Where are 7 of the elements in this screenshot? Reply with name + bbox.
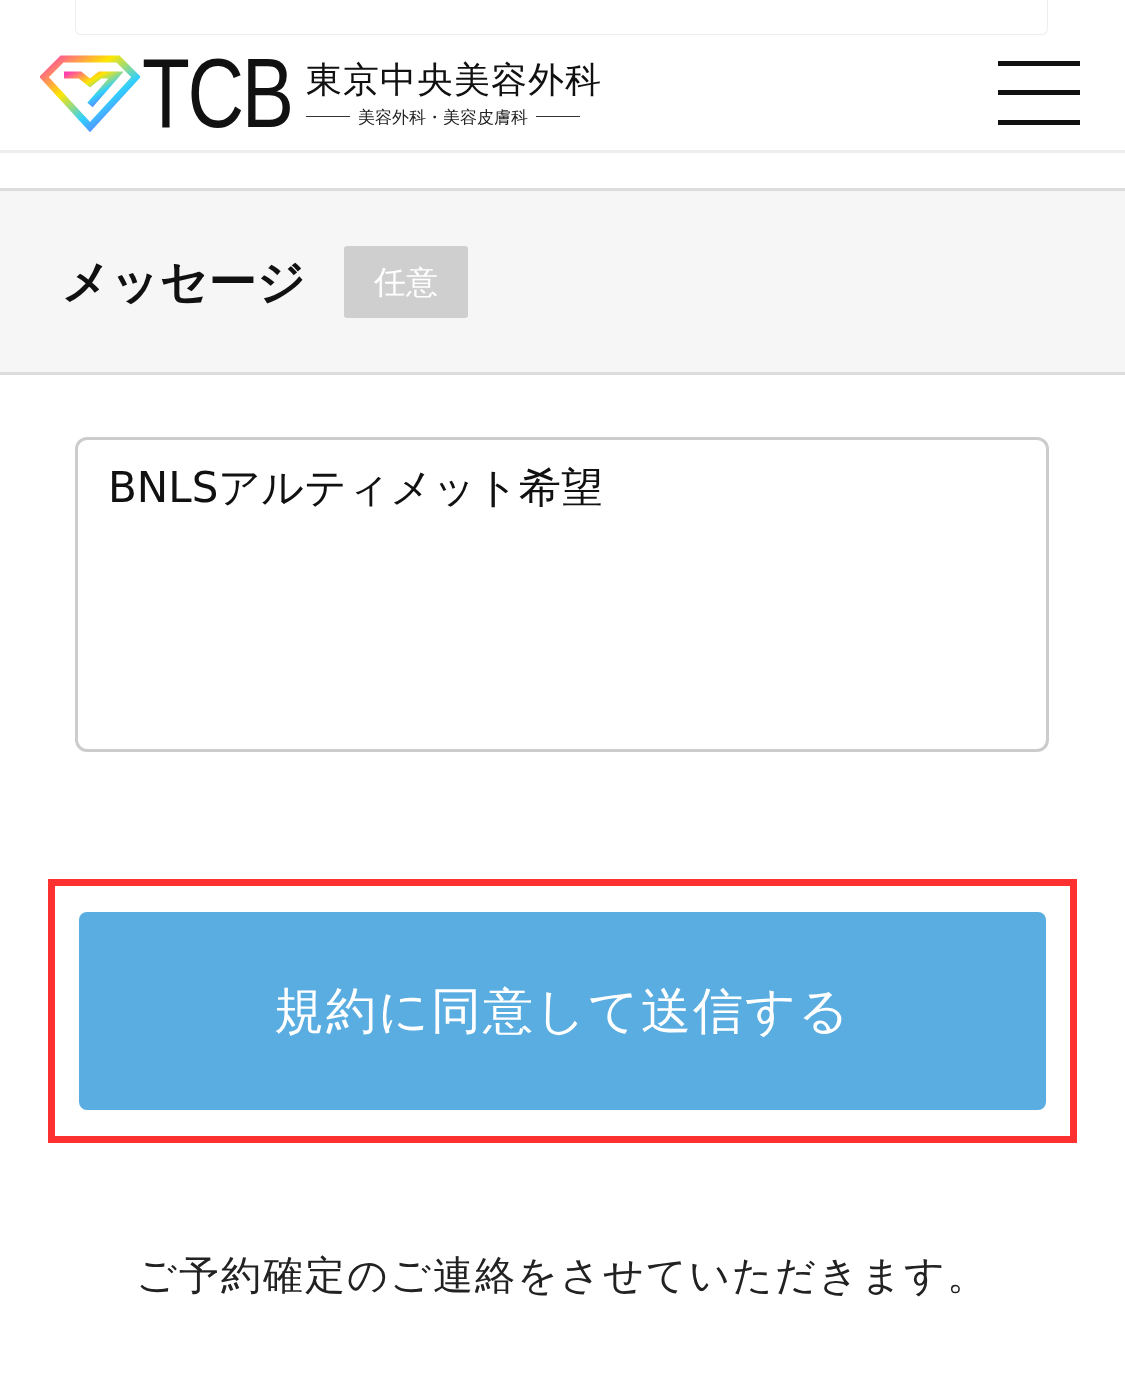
field-label: メッセージ [62, 251, 306, 311]
clinic-name: 東京中央美容外科 [306, 57, 602, 102]
message-field[interactable]: BNLSアルティメット希望 [75, 437, 1049, 752]
menu-button[interactable] [998, 60, 1080, 125]
logo-text: TCB [142, 49, 292, 136]
tagline: 美容外科・美容皮膚科 [358, 105, 528, 128]
confirmation-note: ご予約確定のご連絡をさせていただきます。 [135, 1251, 990, 1300]
